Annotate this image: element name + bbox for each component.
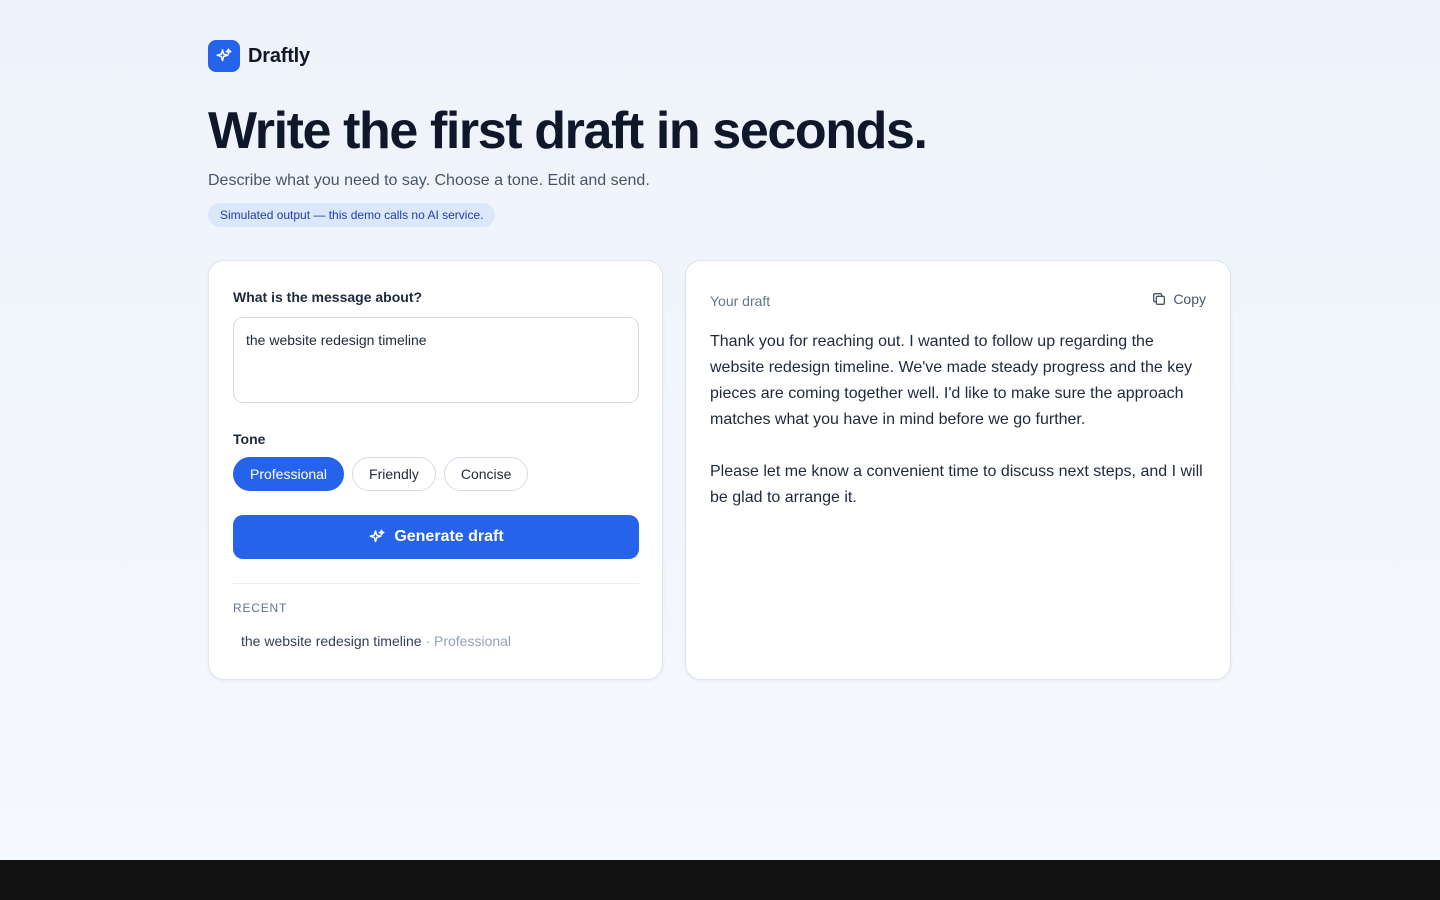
sparkles-icon: [368, 528, 386, 546]
tone-concise-button[interactable]: Concise: [443, 457, 529, 491]
copy-button[interactable]: Copy: [1151, 291, 1206, 307]
brand-name: Draftly: [248, 44, 310, 67]
draft-text[interactable]: Thank you for reaching out. I wanted to …: [710, 329, 1210, 511]
copy-label: Copy: [1173, 291, 1206, 307]
page-subtitle: Describe what you need to say. Choose a …: [208, 172, 650, 189]
copy-icon: [1151, 291, 1167, 307]
draft-label: Your draft: [710, 293, 771, 309]
topic-input[interactable]: the website redesign timeline: [233, 317, 639, 403]
recent-heading: RECENT: [233, 601, 288, 615]
draft-paragraph: Thank you for reaching out. I wanted to …: [710, 333, 1193, 428]
compose-card: What is the message about? the website r…: [208, 260, 663, 680]
page: Draftly Write the first draft in seconds…: [0, 0, 1440, 860]
simulation-notice-badge: Simulated output — this demo calls no AI…: [208, 203, 496, 227]
generate-draft-label: Generate draft: [394, 528, 504, 545]
page-title: Write the first draft in seconds.: [208, 102, 928, 160]
draft-paragraph: Please let me know a convenient time to …: [710, 463, 1203, 506]
brand: Draftly: [208, 40, 310, 72]
recent-item[interactable]: the website redesign timeline · Professi…: [241, 633, 511, 649]
sparkles-icon: [208, 40, 240, 72]
topic-label: What is the message about?: [233, 289, 423, 305]
recent-item-tone: Professional: [434, 633, 512, 649]
draft-card: Your draft Copy Thank you for reaching o…: [685, 260, 1231, 680]
recent-item-topic: the website redesign timeline: [241, 633, 422, 649]
divider: [233, 583, 639, 584]
tone-professional-button[interactable]: Professional: [233, 457, 345, 491]
tone-friendly-button[interactable]: Friendly: [352, 457, 436, 491]
generate-draft-button[interactable]: Generate draft: [233, 515, 639, 559]
tone-label: Tone: [233, 431, 266, 447]
tone-selector: Professional Friendly Concise: [233, 457, 529, 491]
